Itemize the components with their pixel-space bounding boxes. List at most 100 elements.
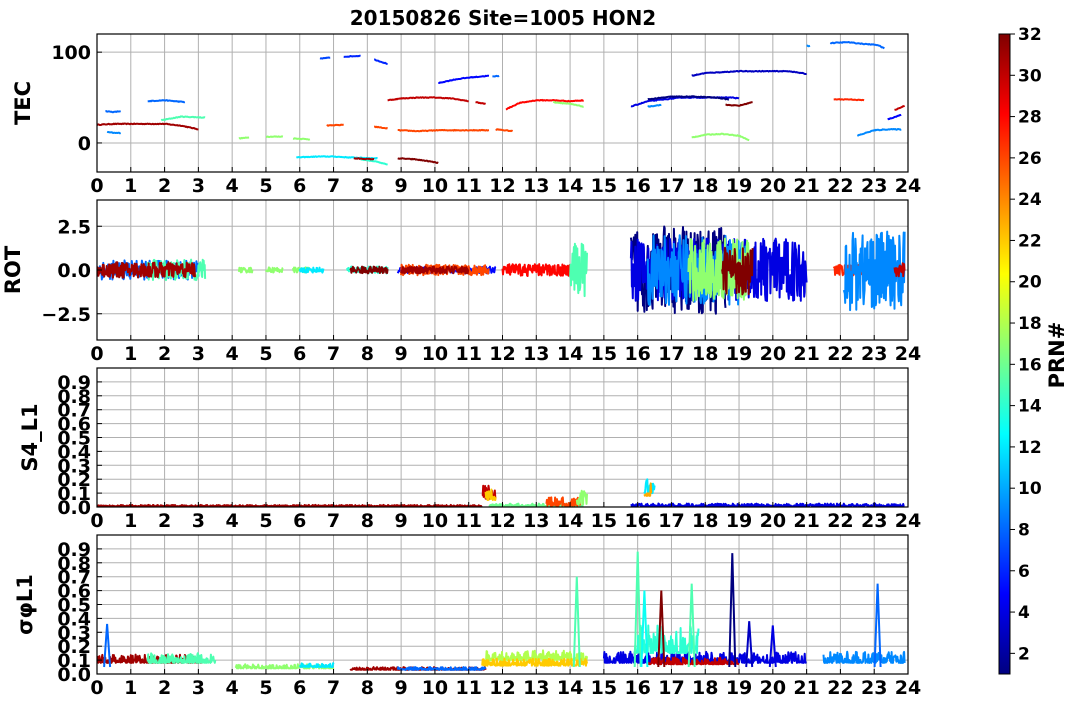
x-tick-label: 23 [861,510,887,532]
series-prn-30 [475,101,486,105]
colorbar-tick-label: 12 [1018,438,1042,458]
x-tick-label: 21 [793,343,819,365]
x-tick-label: 14 [557,510,583,532]
x-tick-label: 9 [395,175,408,197]
x-tick-label: 21 [793,175,819,197]
series-prn-30 [894,104,906,111]
colorbar-tick-label: 24 [1018,190,1042,210]
series-prn-9 [856,128,902,137]
series-prn-17 [265,135,284,138]
colorbar-tick-label: 6 [1018,562,1030,582]
x-tick-label: 23 [861,175,887,197]
x-tick-label: 0 [90,677,103,699]
series-prn-31 [353,157,375,161]
series-prn-31 [97,503,483,507]
x-tick-label: 19 [726,677,752,699]
x-tick-label: 2 [158,175,171,197]
colorbar-tick-label: 14 [1018,397,1042,417]
series-prn-30 [387,96,469,103]
y-tick-label: 0.9 [57,539,91,561]
y-tick-label: 100 [51,42,91,64]
spike-prn-15 [687,583,696,668]
x-tick-label: 10 [422,175,448,197]
y-tick-label: −2.5 [41,304,91,326]
x-tick-label: 7 [327,175,340,197]
x-tick-label: 17 [658,175,684,197]
x-tick-label: 22 [827,175,853,197]
x-tick-label: 17 [658,677,684,699]
x-tick-label: 17 [658,510,684,532]
x-tick-label: 4 [226,175,239,197]
x-tick-label: 15 [591,510,617,532]
x-tick-label: 10 [422,510,448,532]
series-prn-17 [292,137,311,141]
x-tick-label: 20 [760,175,786,197]
x-tick-label: 24 [895,343,921,365]
colorbar-bar [998,33,1011,675]
x-tick-label: 22 [827,510,853,532]
x-tick-label: 12 [489,510,515,532]
colorbar-tick-label: 18 [1018,314,1042,334]
x-tick-label: 0 [90,343,103,365]
x-tick-label: 2 [158,677,171,699]
x-tick-label: 14 [557,343,583,365]
x-tick-label: 11 [455,343,481,365]
x-tick-label: 18 [692,175,718,197]
series-prn-8 [147,99,186,104]
series-prn-8 [829,41,885,50]
x-tick-label: 18 [692,677,718,699]
x-tick-label: 16 [624,343,650,365]
plot-area [97,41,906,166]
x-tick-label: 11 [455,175,481,197]
x-tick-label: 6 [293,175,306,197]
series-prn-17 [691,132,750,142]
x-tick-label: 1 [124,343,137,365]
spike-prn-13 [640,590,649,668]
x-tick-label: 10 [422,343,448,365]
panel-sigma: 0 1 2 3 4 5 6 7 8 9 10 11 12 13 14 15 16 17 18 19 20 21 22 23 24… [13,534,921,699]
x-tick-label: 10 [422,677,448,699]
x-tick-label: 5 [259,343,272,365]
series-prn-6 [343,54,361,58]
series-prn-12 [298,662,335,668]
x-tick-label: 15 [591,175,617,197]
colorbar-tick-label: 8 [1018,520,1030,540]
x-tick-label: 24 [895,510,921,532]
series-prn-17 [552,100,584,108]
x-tick-label: 8 [361,175,374,197]
series-prn-9 [806,44,811,48]
series-prn-5 [438,74,490,84]
x-tick-label: 12 [489,677,515,699]
x-tick-label: 16 [624,677,650,699]
colorbar-tick-label: 4 [1018,603,1030,623]
chart-panels: 0 1 2 3 4 5 6 7 8 9 10 11 12 13 14 15 16 17 18 19 20 21 22 23 24… [1,33,921,699]
x-tick-label: 22 [827,677,853,699]
colorbar-tick-label: 32 [1018,25,1042,45]
series-prn-12 [298,266,325,274]
x-tick-label: 19 [726,175,752,197]
x-tick-label: 19 [726,510,752,532]
x-tick-label: 14 [557,677,583,699]
spike-prn-1 [728,553,737,668]
x-tick-label: 8 [361,677,374,699]
x-tick-label: 12 [489,175,515,197]
x-tick-label: 7 [327,510,340,532]
x-tick-label: 24 [895,677,921,699]
series-prn-26 [373,125,388,130]
x-tick-label: 18 [692,510,718,532]
colorbar-tick-label: 30 [1018,66,1042,86]
series-prn-17 [265,266,284,274]
series-prn-6 [373,58,388,65]
colorbar-tick-label: 10 [1018,479,1042,499]
y-axis-label: S4_L1 [18,403,42,471]
series-prn-17 [238,136,250,140]
x-tick-label: 18 [692,343,718,365]
x-tick-label: 14 [557,175,583,197]
y-tick-label: 0.9 [57,372,91,394]
x-tick-label: 24 [895,175,921,197]
y-tick-label: 0.0 [57,260,91,282]
x-tick-label: 2 [158,510,171,532]
x-tick-label: 1 [124,510,137,532]
series-prn-8 [492,74,500,78]
series-prn-8 [396,666,487,671]
